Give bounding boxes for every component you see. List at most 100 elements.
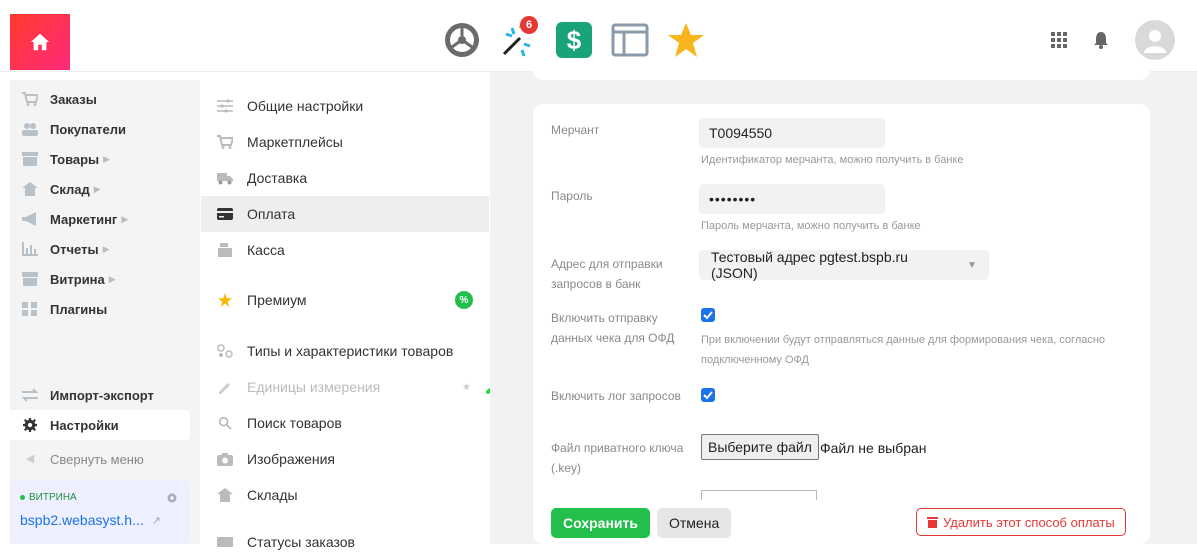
subnav-item-cashbox[interactable]: Касса — [201, 232, 489, 268]
subnav-item-order-statuses[interactable]: Статусы заказов — [201, 524, 489, 560]
subnav-item-marketplaces[interactable]: Маркетплейсы — [201, 124, 489, 160]
sidebar-item-label: Плагины — [50, 301, 108, 317]
home-button[interactable] — [10, 14, 70, 70]
sidebar-item-storefront[interactable]: Витрина ▶ — [10, 264, 190, 294]
bell-icon[interactable] — [1093, 31, 1109, 49]
settings-app[interactable] — [440, 18, 484, 62]
star-app[interactable] — [664, 18, 708, 62]
sidebar-item-import-export[interactable]: Импорт-экспорт — [10, 380, 190, 410]
delete-payment-button[interactable]: Удалить этот способ оплаты — [916, 508, 1126, 536]
collapse-menu-button[interactable]: ◀ Свернуть меню — [10, 444, 190, 474]
sidebar-item-label: Товары — [50, 151, 100, 167]
storefront-icon — [22, 272, 38, 286]
cart-icon — [22, 92, 38, 106]
subnav-item-label: Премиум — [247, 292, 307, 308]
sidebar-item-customers[interactable]: Покупатели — [10, 114, 190, 144]
cancel-button[interactable]: Отмена — [657, 508, 732, 538]
external-link-icon: ↗ — [151, 514, 161, 527]
chevron-down-icon: ▼ — [967, 259, 977, 271]
star-icon — [218, 293, 232, 307]
gear-icon — [23, 418, 37, 432]
merchant-field[interactable]: T0094550 — [699, 118, 885, 148]
store-tag-label: ВИТРИНА — [29, 492, 77, 503]
subnav-item-label: Статусы заказов — [247, 534, 355, 550]
subnav-item-label: Маркетплейсы — [247, 134, 343, 150]
apps-grid-icon[interactable] — [1051, 32, 1067, 48]
sidebar-item-label: Настройки — [50, 417, 119, 433]
store-card[interactable]: ВИТРИНА bspb2.webasyst.h... ↗ — [10, 480, 190, 544]
log-label: Включить лог запросов — [551, 389, 681, 403]
subnav-item-premium[interactable]: Премиум % — [201, 282, 489, 318]
subnav-item-warehouses[interactable]: Склады — [201, 477, 489, 513]
subnav-item-units[interactable]: Единицы измерения ★ — [201, 369, 489, 405]
app-icons: 6 $ — [440, 16, 708, 62]
subnav-item-label: Единицы измерения — [247, 379, 381, 395]
sidebar-item-settings[interactable]: Настройки — [10, 410, 190, 440]
svg-text:$: $ — [567, 25, 582, 55]
log-checkbox[interactable] — [701, 388, 715, 402]
merchant-hint: Идентификатор мерчанта, можно получить в… — [701, 154, 964, 166]
subnav-item-label: Общие настройки — [247, 98, 364, 114]
ofd-label: Включить отправку данных чека для ОФД — [551, 311, 675, 345]
subnav-item-label: Типы и характеристики товаров — [247, 343, 454, 359]
subnav-item-general[interactable]: Общие настройки — [201, 88, 489, 124]
address-select[interactable]: Тестовый адрес pgtest.bspb.ru (JSON) ▼ — [699, 249, 989, 281]
store-link[interactable]: bspb2.webasyst.h... ↗ — [20, 512, 161, 528]
chevron-right-icon: ▶ — [108, 273, 116, 284]
store-domain: bspb2.webasyst.h... — [20, 512, 144, 528]
save-button[interactable]: Сохранить — [551, 508, 650, 538]
next-field-edge — [701, 490, 817, 500]
window-icon — [611, 23, 649, 57]
chart-icon — [22, 242, 38, 256]
trash-icon — [927, 517, 938, 528]
sparkle-app[interactable]: 6 — [496, 16, 540, 62]
check-icon — [703, 391, 713, 400]
sidebar-item-reports[interactable]: Отчеты ▶ — [10, 234, 190, 264]
password-field[interactable]: •••••••• — [699, 184, 885, 214]
dollar-app[interactable]: $ — [552, 18, 596, 62]
ofd-hint: При включении будут отправляться данные … — [701, 334, 1106, 366]
sidebar-item-orders[interactable]: Заказы — [10, 84, 190, 114]
subnav-item-product-types[interactable]: Типы и характеристики товаров — [201, 333, 489, 369]
subnav-item-label: Касса — [247, 242, 285, 258]
chevron-left-icon: ◀ — [25, 453, 35, 465]
chevron-right-icon: ▶ — [102, 243, 110, 254]
user-icon — [1144, 30, 1166, 53]
sidebar-item-warehouse[interactable]: Склад ▶ — [10, 174, 190, 204]
delete-payment-label: Удалить этот способ оплаты — [943, 514, 1115, 530]
subnav-item-label: Доставка — [247, 170, 308, 186]
address-select-value: Тестовый адрес pgtest.bspb.ru (JSON) — [711, 249, 908, 281]
subnav-item-images[interactable]: Изображения — [201, 441, 489, 477]
sidebar-item-marketing[interactable]: Маркетинг ▶ — [10, 204, 190, 234]
choose-file-button[interactable]: Выберите файл — [701, 434, 819, 460]
gear-icon — [445, 23, 479, 57]
sidebar-item-products[interactable]: Товары ▶ — [10, 144, 190, 174]
sidebar-item-label: Склад — [50, 181, 90, 197]
sidebar-item-plugins[interactable]: Плагины — [10, 294, 190, 324]
home-icon — [30, 33, 50, 51]
warehouse-icon — [217, 488, 233, 502]
collapse-menu-label: Свернуть меню — [50, 451, 144, 467]
subnav-item-search[interactable]: Поиск товаров — [201, 405, 489, 441]
check-icon — [703, 311, 713, 320]
payment-settings-card: Мерчант T0094550 Идентификатор мерчанта,… — [533, 104, 1150, 544]
status-icon — [217, 537, 233, 547]
main-sidebar: Заказы Покупатели Товары ▶ Склад ▶ Маркети… — [10, 80, 200, 544]
chevron-right-icon: ▶ — [93, 183, 101, 194]
private-key-label: Файл приватного ключа (.key) — [551, 441, 684, 475]
gear-icon[interactable] — [166, 492, 178, 504]
subnav-item-label: Изображения — [247, 451, 335, 467]
subnav-item-label: Оплата — [247, 206, 296, 222]
box-icon — [22, 152, 38, 166]
window-app[interactable] — [608, 18, 652, 62]
password-hint: Пароль мерчанта, можно получить в банке — [701, 220, 921, 232]
merchant-label: Мерчант — [551, 123, 600, 137]
subnav-item-payment[interactable]: Оплата — [201, 196, 489, 232]
subnav-item-shipping[interactable]: Доставка — [201, 160, 489, 196]
form-footer: Сохранить Отмена Удалить этот способ опл… — [533, 500, 1150, 544]
pencil-icon — [219, 383, 230, 394]
plugins-icon — [22, 302, 37, 316]
chevron-right-icon: ▶ — [121, 213, 129, 224]
avatar[interactable] — [1135, 20, 1175, 60]
ofd-checkbox[interactable] — [701, 308, 715, 322]
